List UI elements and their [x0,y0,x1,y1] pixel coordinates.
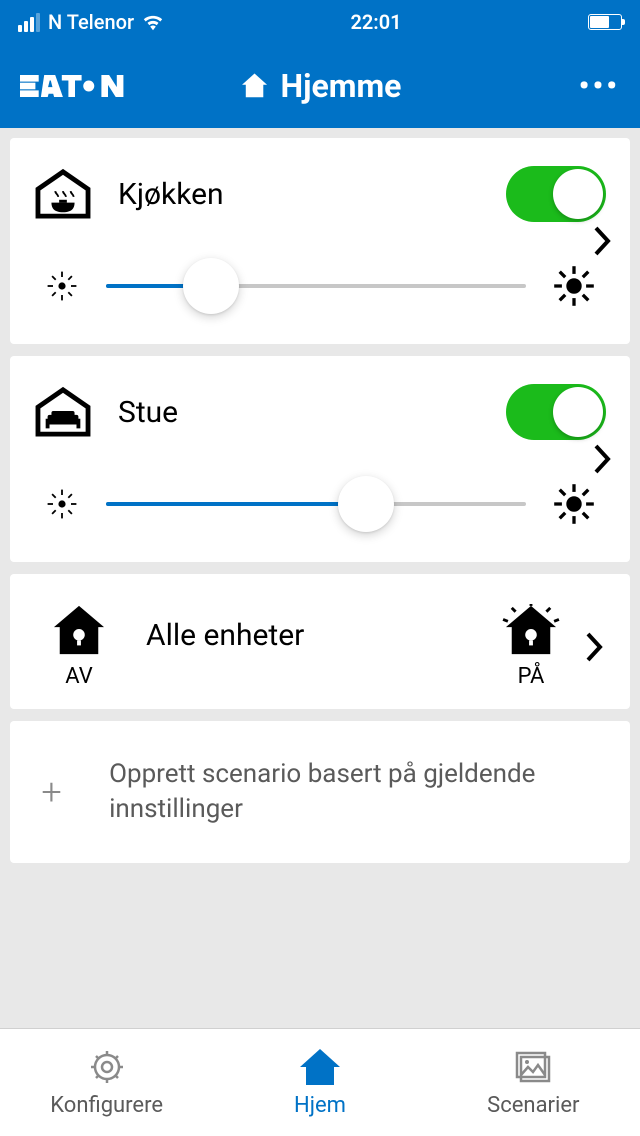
brightness-slider-kjokken[interactable] [106,284,526,288]
create-scenario-button[interactable]: + Opprett scenario basert på gjeldende i… [10,721,630,863]
home-icon [239,71,271,101]
dim-icon [44,268,80,304]
header-title-group: Hjemme [239,67,402,105]
tab-scenarios[interactable]: Scenarier [427,1029,640,1136]
bright-icon [552,264,596,308]
off-label: AV [65,664,92,689]
page-title: Hjemme [281,67,402,105]
gear-icon [83,1047,131,1087]
room-toggle-kjokken[interactable] [506,166,606,222]
carrier-label: N Telenor [48,10,134,34]
more-menu-icon[interactable]: ••• [579,69,620,104]
room-card-stue: Stue [10,356,630,562]
tab-bar: Konfigurere Hjem Scenarier [0,1028,640,1136]
room-title: Kjøkken [118,177,480,212]
chevron-right-icon[interactable] [592,442,614,476]
chevron-right-icon[interactable] [592,224,614,258]
eaton-logo [20,70,130,102]
status-time: 22:01 [350,10,401,34]
tab-configure[interactable]: Konfigurere [0,1029,213,1136]
content-area: Kjøkken Stue [0,128,640,873]
signal-icon [18,13,40,32]
room-card-kjokken: Kjøkken [10,138,630,344]
brightness-slider-stue[interactable] [106,502,526,506]
home-icon [296,1047,344,1087]
status-left: N Telenor [18,10,164,34]
all-devices-title: Alle enheter [124,618,486,653]
battery-icon [588,14,622,30]
tab-home[interactable]: Hjem [213,1029,426,1136]
tab-label: Scenarier [487,1093,579,1118]
room-title: Stue [118,395,480,430]
kitchen-icon [34,168,92,220]
plus-icon: + [34,771,69,813]
app-header: Hjemme ••• [0,44,640,128]
tab-label: Konfigurere [50,1093,163,1118]
livingroom-icon [34,386,92,438]
create-scenario-label: Opprett scenario basert på gjeldende inn… [109,757,606,827]
house-off-icon [50,604,108,656]
dim-icon [44,486,80,522]
on-label: PÅ [518,664,545,689]
bright-icon [552,482,596,526]
status-right [588,14,622,30]
gallery-icon [509,1047,557,1087]
all-devices-card: AV Alle enheter PÅ [10,574,630,709]
all-off-button[interactable]: AV [34,604,124,689]
all-on-button[interactable]: PÅ [486,604,576,689]
chevron-right-icon[interactable] [584,630,606,664]
house-on-icon [502,604,560,656]
tab-label: Hjem [294,1093,346,1118]
room-toggle-stue[interactable] [506,384,606,440]
wifi-icon [142,13,164,31]
status-bar: N Telenor 22:01 [0,0,640,44]
